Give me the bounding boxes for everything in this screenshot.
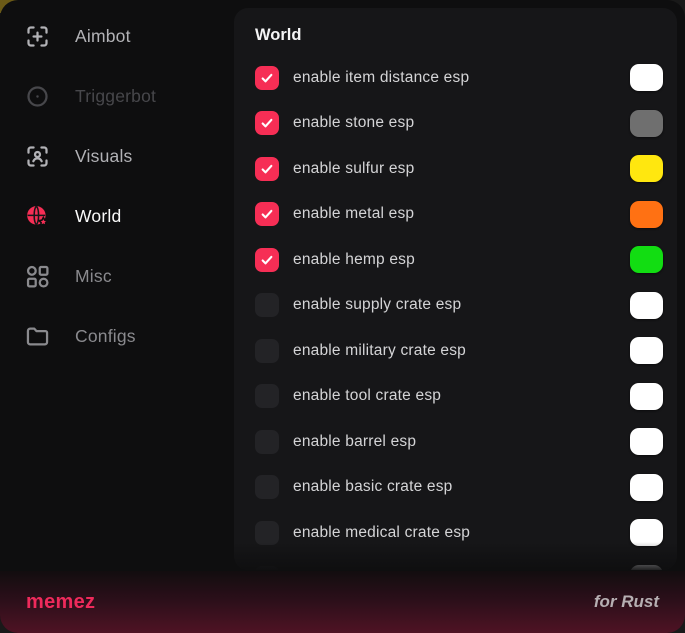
color-swatch[interactable]: [630, 64, 663, 91]
setting-label: enable item distance esp: [293, 69, 469, 87]
world-settings-panel: World enable item distance esp enable sto…: [234, 8, 677, 570]
brand-label: memez: [26, 591, 95, 614]
checkbox-unchecked[interactable]: [255, 384, 279, 408]
checkbox-checked[interactable]: [255, 157, 279, 181]
folder-icon: [24, 323, 51, 350]
setting-row: enable medical crate esp: [255, 510, 663, 556]
setting-label: enable hemp esp: [293, 251, 415, 269]
color-swatch[interactable]: [630, 519, 663, 546]
checkbox-unchecked[interactable]: [255, 293, 279, 317]
setting-row: enable supply crate esp: [255, 283, 663, 329]
checkbox-unchecked[interactable]: [255, 566, 279, 570]
sidebar-item-triggerbot[interactable]: Triggerbot: [10, 66, 234, 126]
sidebar-item-label: Misc: [75, 266, 112, 287]
color-swatch[interactable]: [630, 428, 663, 455]
setting-label: enable sulfur esp: [293, 160, 414, 178]
setting-row: enable basic crate esp: [255, 465, 663, 511]
shapes-grid-icon: [24, 263, 51, 290]
settings-list: enable item distance esp enable stone esp…: [255, 55, 663, 570]
color-swatch[interactable]: [630, 201, 663, 228]
setting-label: enable military crate esp: [293, 342, 466, 360]
sidebar-item-label: Triggerbot: [75, 86, 156, 107]
color-swatch[interactable]: [630, 383, 663, 410]
sidebar-item-misc[interactable]: Misc: [10, 246, 234, 306]
setting-row: enable tool crate esp: [255, 374, 663, 420]
setting-label: enable tool crate esp: [293, 387, 441, 405]
checkbox-unchecked[interactable]: [255, 475, 279, 499]
setting-label: enable supply crate esp: [293, 296, 461, 314]
color-swatch[interactable]: [630, 110, 663, 137]
color-swatch[interactable]: [630, 292, 663, 319]
crosshair-scan-icon: [24, 23, 51, 50]
checkbox-unchecked[interactable]: [255, 339, 279, 363]
setting-row: enable item distance esp: [255, 55, 663, 101]
sidebar-item-world[interactable]: World: [10, 186, 234, 246]
setting-row: [255, 556, 663, 571]
color-swatch[interactable]: [630, 565, 663, 570]
sidebar-item-configs[interactable]: Configs: [10, 306, 234, 366]
sidebar-item-label: World: [75, 206, 121, 227]
color-swatch[interactable]: [630, 474, 663, 501]
checkbox-checked[interactable]: [255, 111, 279, 135]
color-swatch[interactable]: [630, 155, 663, 182]
sidebar-item-label: Aimbot: [75, 26, 131, 47]
checkbox-checked[interactable]: [255, 248, 279, 272]
scan-face-icon: [24, 143, 51, 170]
setting-row: enable sulfur esp: [255, 146, 663, 192]
setting-row: enable hemp esp: [255, 237, 663, 283]
cheat-menu-window: AimbotTriggerbotVisualsWorldMiscConfigs …: [0, 0, 685, 633]
tagline-label: for Rust: [594, 592, 659, 612]
sidebar-item-label: Visuals: [75, 146, 133, 167]
color-swatch[interactable]: [630, 337, 663, 364]
setting-label: enable barrel esp: [293, 433, 416, 451]
setting-label: enable metal esp: [293, 205, 414, 223]
globe-star-icon: [24, 203, 51, 230]
sidebar: Aimbot Triggerbot Visuals World Misc Configs: [10, 6, 234, 366]
setting-row: enable military crate esp: [255, 328, 663, 374]
setting-row: enable stone esp: [255, 101, 663, 147]
footer: memez for Rust: [0, 571, 685, 633]
setting-label: enable medical crate esp: [293, 524, 470, 542]
checkbox-unchecked[interactable]: [255, 430, 279, 454]
sidebar-item-aimbot[interactable]: Aimbot: [10, 6, 234, 66]
setting-row: enable metal esp: [255, 192, 663, 238]
color-swatch[interactable]: [630, 246, 663, 273]
checkbox-unchecked[interactable]: [255, 521, 279, 545]
sidebar-item-label: Configs: [75, 326, 136, 347]
sidebar-item-visuals[interactable]: Visuals: [10, 126, 234, 186]
circle-dot-icon: [24, 83, 51, 110]
page-title: World: [255, 23, 663, 47]
checkbox-checked[interactable]: [255, 202, 279, 226]
setting-row: enable barrel esp: [255, 419, 663, 465]
setting-label: enable stone esp: [293, 114, 414, 132]
setting-label: enable basic crate esp: [293, 478, 453, 496]
checkbox-checked[interactable]: [255, 66, 279, 90]
